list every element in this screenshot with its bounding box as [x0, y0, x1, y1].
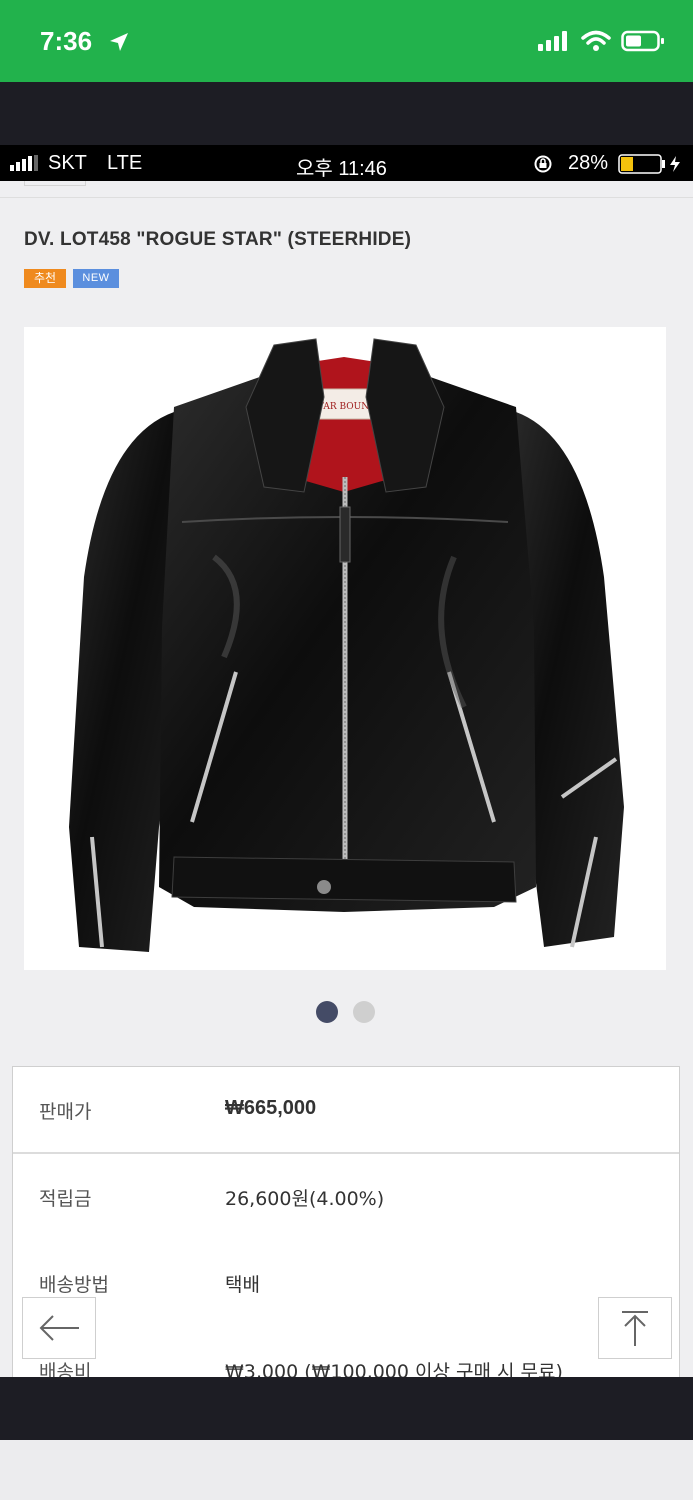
back-button[interactable] — [22, 1297, 96, 1359]
badge-new: NEW — [73, 269, 119, 288]
rotation-lock-icon — [534, 155, 552, 173]
outer-status-time: 7:36 — [40, 26, 93, 56]
bottom-dark-band — [0, 1377, 693, 1440]
signal-icon — [538, 31, 567, 51]
top-partial-button — [24, 181, 86, 186]
product-page: DV. LOT458 "ROGUE STAR" (STEERHIDE) 추천 N… — [0, 181, 693, 1377]
bottom-area — [0, 1440, 693, 1500]
slide-dot-1[interactable] — [316, 1001, 338, 1023]
inner-signal-icon — [10, 155, 38, 171]
points-label: 적립금 — [39, 1188, 92, 1210]
shipping-method-label: 배송방법 — [39, 1274, 109, 1296]
shipping-method-value: 택배 — [225, 1274, 260, 1296]
wifi-icon — [581, 30, 611, 51]
product-title: DV. LOT458 "ROGUE STAR" (STEERHIDE) — [24, 229, 412, 250]
price-info-table: 판매가 ₩665,000 적립금 26,600원(4.00%) 배송방법 택배 … — [12, 1066, 680, 1377]
battery-icon — [621, 30, 664, 52]
location-arrow-icon — [110, 33, 128, 51]
inner-network: LTE — [107, 152, 143, 174]
price-value: ₩665,000 — [225, 1097, 317, 1119]
shipping-fee-value: ₩3,000 (₩100,000 이상 구매 시 무료) — [225, 1361, 563, 1377]
arrow-left-icon — [39, 1315, 79, 1341]
inner-time: 오후 11:46 — [296, 158, 387, 180]
inner-battery-icon — [618, 154, 680, 174]
price-divider — [13, 1152, 679, 1154]
shipping-fee-label: 배송비 — [39, 1361, 92, 1377]
header-divider — [0, 197, 693, 198]
inner-battery-percent: 28% — [568, 152, 609, 174]
product-image[interactable]: STAR BOUND — [24, 327, 666, 970]
inner-carrier: SKT — [48, 152, 87, 174]
outer-status-bar: 7:36 — [0, 0, 693, 82]
slide-dot-2[interactable] — [353, 1001, 375, 1023]
scroll-top-button[interactable] — [598, 1297, 672, 1359]
price-label: 판매가 — [39, 1101, 92, 1123]
inner-status-bar: SKT LTE 오후 11:46 28% — [0, 145, 693, 181]
outer-status-icons — [537, 30, 665, 52]
badge-recommended: 추천 — [24, 269, 66, 288]
points-value: 26,600원(4.00%) — [225, 1188, 385, 1210]
leather-jacket-illustration: STAR BOUND — [69, 338, 624, 952]
arrow-up-to-top-icon — [622, 1311, 648, 1346]
top-dark-band — [0, 82, 693, 145]
